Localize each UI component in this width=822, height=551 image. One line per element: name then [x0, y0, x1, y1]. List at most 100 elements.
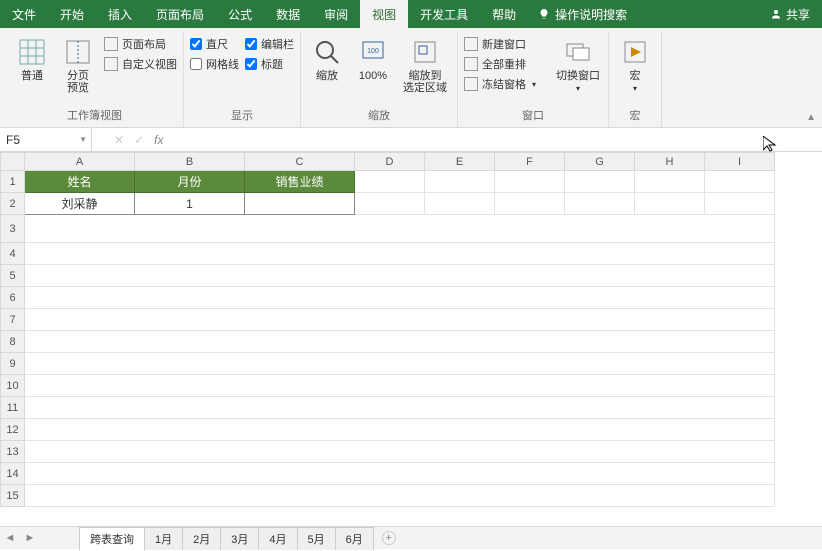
cell[interactable]	[355, 171, 425, 193]
row-header[interactable]: 4	[1, 243, 25, 265]
cancel-formula-icon[interactable]: ✕	[114, 133, 124, 147]
col-header[interactable]: D	[355, 153, 425, 171]
page-layout-button[interactable]: 页面布局	[104, 36, 177, 52]
zoom-selection-button[interactable]: 缩放到 选定区域	[399, 36, 451, 94]
share-button[interactable]: 共享	[758, 0, 822, 28]
row-header[interactable]: 8	[1, 331, 25, 353]
sheet-tab[interactable]: 5月	[297, 527, 336, 550]
cell[interactable]	[25, 375, 775, 397]
tab-review[interactable]: 审阅	[312, 0, 360, 28]
enter-formula-icon[interactable]: ✓	[134, 133, 144, 147]
new-window-button[interactable]: 新建窗口	[464, 36, 536, 52]
cell[interactable]: 销售业绩	[245, 171, 355, 193]
sheet-tab[interactable]: 跨表查询	[79, 527, 145, 551]
cell[interactable]: 月份	[135, 171, 245, 193]
row-header[interactable]: 11	[1, 397, 25, 419]
cell[interactable]	[705, 193, 775, 215]
cell[interactable]	[25, 485, 775, 507]
tab-home[interactable]: 开始	[48, 0, 96, 28]
select-all-corner[interactable]	[1, 153, 25, 171]
tab-data[interactable]: 数据	[264, 0, 312, 28]
cell[interactable]	[425, 171, 495, 193]
row-header[interactable]: 13	[1, 441, 25, 463]
sheet-tab[interactable]: 1月	[144, 527, 183, 550]
row-header[interactable]: 6	[1, 287, 25, 309]
row-header[interactable]: 1	[1, 171, 25, 193]
tab-file[interactable]: 文件	[0, 0, 48, 28]
ruler-checkbox[interactable]: 直尺	[190, 36, 239, 52]
sheet-tab[interactable]: 2月	[182, 527, 221, 550]
tell-me-search[interactable]: 操作说明搜索	[528, 0, 637, 28]
cell[interactable]	[25, 243, 775, 265]
cell[interactable]	[25, 287, 775, 309]
tab-insert[interactable]: 插入	[96, 0, 144, 28]
tab-formula[interactable]: 公式	[216, 0, 264, 28]
row-header[interactable]: 9	[1, 353, 25, 375]
row-header[interactable]: 5	[1, 265, 25, 287]
cell[interactable]	[355, 193, 425, 215]
gridlines-checkbox[interactable]: 网格线	[190, 56, 239, 72]
cell[interactable]	[425, 193, 495, 215]
zoom-button[interactable]: 缩放	[307, 36, 347, 82]
name-box[interactable]: F5 ▼	[0, 128, 92, 151]
cell[interactable]	[565, 193, 635, 215]
cell[interactable]	[25, 215, 775, 243]
cell[interactable]	[705, 171, 775, 193]
row-header[interactable]: 7	[1, 309, 25, 331]
sheet-nav-prev[interactable]: ◄	[0, 532, 20, 544]
tab-help[interactable]: 帮助	[480, 0, 528, 28]
cell[interactable]	[245, 193, 355, 215]
switch-windows-button[interactable]: 切换窗口 ▾	[554, 36, 602, 93]
tab-developer[interactable]: 开发工具	[408, 0, 480, 28]
cell[interactable]	[25, 265, 775, 287]
cell[interactable]	[25, 353, 775, 375]
row-header[interactable]: 10	[1, 375, 25, 397]
sheet-tab[interactable]: 6月	[335, 527, 374, 550]
col-header[interactable]: I	[705, 153, 775, 171]
tab-view[interactable]: 视图	[360, 0, 408, 28]
arrange-all-button[interactable]: 全部重排	[464, 56, 536, 72]
custom-views-button[interactable]: 自定义视图	[104, 56, 177, 72]
collapse-ribbon-button[interactable]: ▲	[806, 112, 816, 123]
freeze-panes-button[interactable]: 冻结窗格▾	[464, 76, 536, 92]
tab-page-layout[interactable]: 页面布局	[144, 0, 216, 28]
cell[interactable]	[25, 441, 775, 463]
cell[interactable]	[25, 419, 775, 441]
zoom-100-button[interactable]: 100 100%	[353, 36, 393, 82]
row-header[interactable]: 14	[1, 463, 25, 485]
headings-checkbox[interactable]: 标题	[245, 56, 294, 72]
col-header[interactable]: A	[25, 153, 135, 171]
fx-icon[interactable]: fx	[154, 133, 163, 147]
row-header[interactable]: 3	[1, 215, 25, 243]
page-break-preview-button[interactable]: 分页 预览	[58, 36, 98, 94]
cell[interactable]	[635, 193, 705, 215]
cell[interactable]	[25, 397, 775, 419]
col-header[interactable]: E	[425, 153, 495, 171]
cell[interactable]	[25, 309, 775, 331]
cell[interactable]	[25, 463, 775, 485]
cell[interactable]	[635, 171, 705, 193]
spreadsheet-grid[interactable]: A B C D E F G H I 1 姓名 月份 销售业绩 2 刘采静 1 3…	[0, 152, 822, 526]
cell[interactable]: 刘采静	[25, 193, 135, 215]
formula-bar-checkbox[interactable]: 编辑栏	[245, 36, 294, 52]
col-header[interactable]: C	[245, 153, 355, 171]
row-header[interactable]: 2	[1, 193, 25, 215]
row-header[interactable]: 12	[1, 419, 25, 441]
col-header[interactable]: B	[135, 153, 245, 171]
macros-button[interactable]: 宏 ▾	[615, 36, 655, 93]
cell[interactable]: 姓名	[25, 171, 135, 193]
row-header[interactable]: 15	[1, 485, 25, 507]
sheet-nav-next[interactable]: ►	[20, 532, 40, 544]
cell[interactable]	[495, 193, 565, 215]
add-sheet-button[interactable]: +	[382, 531, 396, 545]
col-header[interactable]: H	[635, 153, 705, 171]
col-header[interactable]: G	[565, 153, 635, 171]
cell[interactable]: 1	[135, 193, 245, 215]
sheet-tab[interactable]: 3月	[220, 527, 259, 550]
cell[interactable]	[25, 331, 775, 353]
cell[interactable]	[565, 171, 635, 193]
cell[interactable]	[495, 171, 565, 193]
normal-view-button[interactable]: 普通	[12, 36, 52, 82]
sheet-tab[interactable]: 4月	[258, 527, 297, 550]
col-header[interactable]: F	[495, 153, 565, 171]
